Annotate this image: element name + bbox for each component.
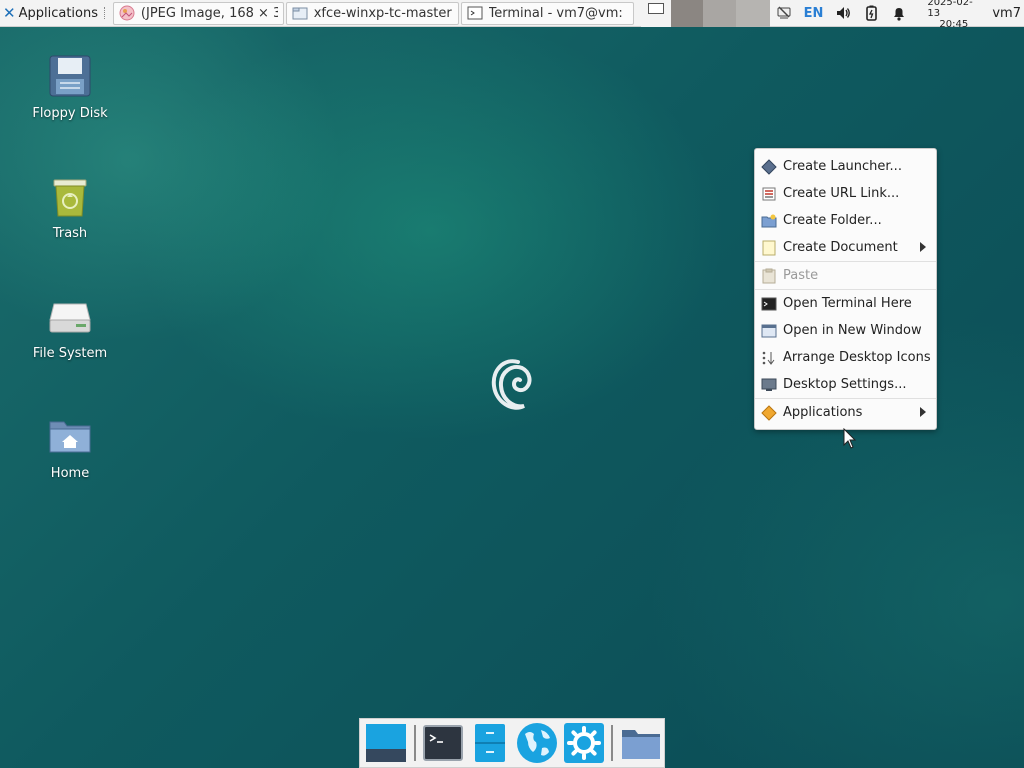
taskbar-item-label: xfce-winxp-tc-master -...: [313, 5, 453, 21]
clock-date: 2025-02-13: [927, 0, 973, 19]
taskbar-item-image[interactable]: (JPEG Image, 168 × 3...: [112, 1, 284, 25]
menu-item-label: Create Document: [783, 240, 898, 255]
folder-window-icon: [292, 7, 308, 20]
new-folder-icon: [761, 214, 777, 227]
network-icon[interactable]: [775, 4, 793, 22]
desktop-icon-label: File System: [32, 346, 108, 361]
notification-bell-icon[interactable]: [890, 4, 908, 22]
keyboard-layout-indicator[interactable]: EN: [804, 6, 824, 21]
top-panel: ✕ Applications (JPEG Image, 168 × 3... x…: [0, 0, 1024, 30]
new-window-icon: [761, 324, 777, 337]
menu-item-applications[interactable]: Applications: [755, 399, 936, 426]
floppy-disk-icon: [49, 55, 91, 97]
menu-item-desktop-settings[interactable]: Desktop Settings...: [755, 371, 936, 398]
terminal-icon: [423, 725, 464, 761]
system-tray: EN 2025-02-13 20:45 vm7: [770, 0, 1024, 30]
menu-item-open-new-window[interactable]: Open in New Window: [755, 317, 936, 344]
mouse-pointer-icon: [843, 428, 857, 449]
applications-menu-label: Applications: [18, 5, 98, 21]
menu-item-paste: Paste: [755, 262, 936, 289]
menu-item-label: Arrange Desktop Icons: [783, 350, 931, 365]
dock-file-manager[interactable]: [469, 721, 512, 765]
menu-item-create-document[interactable]: Create Document: [755, 234, 936, 261]
clock-time: 20:45: [939, 18, 969, 30]
menu-item-create-url-link[interactable]: Create URL Link...: [755, 180, 936, 207]
desktop-icon-home[interactable]: Home: [25, 412, 115, 481]
panel-separator: [104, 7, 109, 19]
xfce-logo-icon: ✕: [3, 3, 16, 22]
workspace-window-thumb: [647, 2, 664, 14]
desktop-context-menu: Create Launcher... Create URL Link... Cr…: [754, 148, 937, 430]
menu-item-label: Create URL Link...: [783, 186, 900, 201]
menu-item-label: Paste: [783, 268, 819, 283]
paste-icon: [762, 268, 776, 283]
clock[interactable]: 2025-02-13 20:45: [927, 0, 980, 30]
applications-menu-button[interactable]: ✕ Applications: [0, 0, 102, 27]
submenu-arrow-icon: [920, 242, 926, 252]
menu-item-label: Desktop Settings...: [783, 377, 907, 392]
debian-logo-icon: [491, 359, 532, 410]
file-manager-icon: [475, 724, 506, 762]
applications-icon: [761, 404, 777, 421]
menu-item-label: Open Terminal Here: [783, 296, 912, 311]
desktop-settings-icon: [761, 378, 777, 391]
document-icon: [762, 240, 776, 255]
taskbar-item-label: (JPEG Image, 168 × 3...: [140, 5, 278, 21]
desktop-icon-label: Floppy Disk: [32, 106, 108, 121]
desktop-icon-label: Home: [50, 466, 90, 481]
dock-show-desktop[interactable]: [365, 721, 408, 765]
show-desktop-icon: [366, 724, 407, 762]
menu-item-create-launcher[interactable]: Create Launcher...: [755, 153, 936, 180]
desktop-icon-file-system[interactable]: File System: [25, 292, 115, 361]
menu-item-open-terminal[interactable]: Open Terminal Here: [755, 290, 936, 317]
volume-icon[interactable]: [834, 4, 852, 22]
taskbar-item-folder[interactable]: xfce-winxp-tc-master -...: [285, 1, 459, 25]
taskbar-item-terminal[interactable]: Terminal - vm7@vm: ~...: [460, 1, 635, 25]
menu-item-label: Applications: [783, 405, 863, 420]
trash-icon: [53, 179, 87, 217]
desktop-icon-trash[interactable]: Trash: [25, 172, 115, 241]
desktop-icon-floppy-disk[interactable]: Floppy Disk: [25, 52, 115, 121]
workspace-3[interactable]: [702, 0, 737, 27]
url-link-icon: [762, 187, 776, 200]
home-folder-icon: [49, 421, 91, 453]
image-viewer-icon: [119, 5, 135, 21]
dock-web-browser[interactable]: [515, 721, 558, 765]
taskbar-item-label: Terminal - vm7@vm: ~...: [488, 5, 629, 21]
settings-icon: [563, 723, 604, 763]
dock-settings[interactable]: [562, 721, 605, 765]
user-menu[interactable]: vm7: [992, 6, 1021, 21]
bottom-dock: [359, 718, 665, 768]
dock-separator: [413, 725, 416, 761]
drive-icon: [49, 303, 91, 333]
menu-item-label: Create Folder...: [783, 213, 882, 228]
dock-separator: [611, 725, 614, 761]
launcher-icon: [761, 158, 777, 175]
terminal-icon: [761, 297, 777, 310]
submenu-arrow-icon: [920, 407, 926, 417]
workspace-2[interactable]: [670, 0, 703, 27]
folder-icon: [621, 730, 660, 759]
menu-item-label: Open in New Window: [783, 323, 922, 338]
workspace-4[interactable]: [736, 0, 770, 27]
dock-folder[interactable]: [619, 721, 662, 765]
menu-item-create-folder[interactable]: Create Folder...: [755, 207, 936, 234]
battery-icon[interactable]: [862, 4, 880, 22]
workspace-1[interactable]: [641, 0, 671, 27]
desktop-icon-label: Trash: [52, 226, 88, 241]
arrange-icon: [762, 351, 775, 365]
menu-item-label: Create Launcher...: [783, 159, 902, 174]
web-browser-icon: [516, 723, 557, 763]
dock-terminal[interactable]: [422, 721, 465, 765]
terminal-icon: [467, 6, 483, 20]
menu-item-arrange-icons[interactable]: Arrange Desktop Icons: [755, 344, 936, 371]
